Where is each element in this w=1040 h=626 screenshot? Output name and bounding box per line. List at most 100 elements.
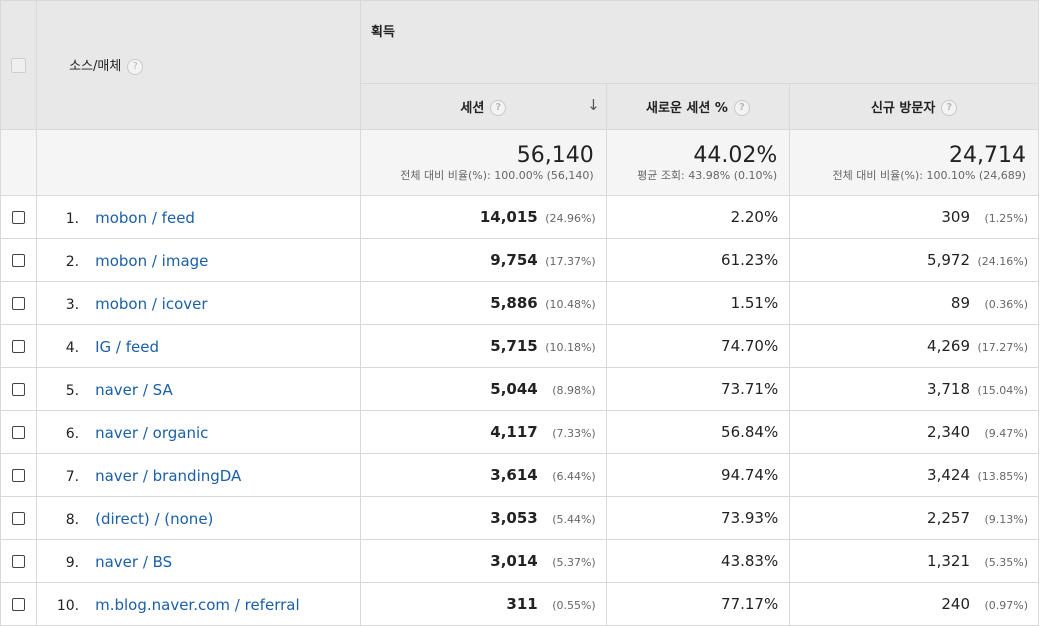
row-checkbox[interactable] — [12, 382, 26, 396]
sessions-cell: 4,117 (7.33%) — [360, 410, 607, 454]
row-index: 6. — [65, 425, 80, 442]
row-checkbox-cell — [0, 539, 38, 583]
help-icon[interactable]: ? — [490, 100, 507, 117]
new-visitors-pct: (13.85%) — [977, 470, 1028, 483]
help-icon[interactable]: ? — [127, 58, 144, 75]
row-checkbox[interactable] — [12, 511, 26, 525]
summary-sessions-note: 전체 대비 비율(%): 100.00% (56,140) — [400, 168, 594, 182]
new-session-pct-cell: 74.70% — [605, 324, 791, 368]
row-checkbox[interactable] — [12, 253, 26, 267]
new-visitors-pct: (1.25%) — [984, 212, 1028, 225]
row-index: 1. — [65, 210, 80, 227]
new-visitors-cell: 240 (0.97%) — [789, 582, 1039, 626]
sessions-value: 4,117 — [490, 423, 538, 441]
new-visitors-cell: 3,718 (15.04%) — [789, 367, 1039, 411]
new-visitors-pct: (15.04%) — [977, 384, 1028, 397]
summary-empty-cell — [0, 129, 38, 196]
sessions-pct: (10.18%) — [545, 341, 596, 354]
source-cell: 2. mobon / image — [36, 238, 362, 282]
row-index: 4. — [65, 339, 80, 356]
new-session-pct-cell: 56.84% — [605, 410, 791, 454]
new-visitors-cell: 2,340 (9.47%) — [789, 410, 1039, 454]
sessions-value: 14,015 — [479, 208, 538, 226]
source-cell: 10. m.blog.naver.com / referral — [36, 582, 362, 626]
sessions-pct: (10.48%) — [545, 298, 596, 311]
source-link[interactable]: mobon / feed — [95, 209, 195, 227]
row-checkbox[interactable] — [12, 597, 26, 611]
summary-sessions: 56,140 전체 대비 비율(%): 100.00% (56,140) — [360, 129, 607, 196]
row-checkbox-cell — [0, 496, 38, 540]
source-cell: 5. naver / SA — [36, 367, 362, 411]
sessions-pct: (5.37%) — [552, 556, 596, 569]
source-link[interactable]: IG / feed — [95, 338, 159, 356]
new-visitors-label: 신규 방문자 — [870, 100, 936, 116]
row-checkbox[interactable] — [12, 468, 26, 482]
row-checkbox[interactable] — [12, 296, 26, 310]
new-session-pct-cell: 77.17% — [605, 582, 791, 626]
select-all-checkbox[interactable] — [11, 57, 27, 73]
source-link[interactable]: naver / BS — [95, 553, 172, 571]
source-medium-header[interactable]: 소스/매체? — [36, 0, 362, 130]
new-session-pct-cell: 43.83% — [605, 539, 791, 583]
source-link[interactable]: (direct) / (none) — [95, 510, 213, 528]
sort-desc-icon[interactable]: ↓ — [587, 96, 600, 114]
sessions-cell: 3,614 (6.44%) — [360, 453, 607, 497]
header-row-top: 소스/매체? 획득 — [0, 0, 1039, 130]
new-visitors-pct: (5.35%) — [984, 556, 1028, 569]
row-index: 5. — [65, 382, 80, 399]
new-visitors-value: 89 — [950, 294, 970, 312]
sessions-pct: (17.37%) — [545, 255, 596, 268]
source-link[interactable]: mobon / image — [95, 252, 208, 270]
new-visitors-cell: 3,424 (13.85%) — [789, 453, 1039, 497]
table-row: 7. naver / brandingDA 3,614 (6.44%) 94.74%… — [0, 453, 1039, 497]
new-visitors-cell: 1,321 (5.35%) — [789, 539, 1039, 583]
row-index: 2. — [65, 253, 80, 270]
sessions-column-header[interactable]: 세션? ↓ — [360, 83, 607, 130]
source-link[interactable]: naver / SA — [95, 381, 173, 399]
source-medium-label: 소스/매체 — [69, 59, 122, 75]
row-index: 10. — [56, 597, 80, 614]
row-checkbox[interactable] — [12, 425, 26, 439]
new-session-pct-cell: 94.74% — [605, 453, 791, 497]
select-all-cell — [0, 0, 38, 130]
help-icon[interactable]: ? — [733, 100, 750, 117]
row-checkbox[interactable] — [12, 339, 26, 353]
new-visitors-pct: (17.27%) — [977, 341, 1028, 354]
row-checkbox[interactable] — [12, 554, 26, 568]
sessions-cell: 9,754 (17.37%) — [360, 238, 607, 282]
sessions-cell: 5,886 (10.48%) — [360, 281, 607, 325]
source-link[interactable]: mobon / icover — [95, 295, 207, 313]
new-session-pct-cell: 61.23% — [605, 238, 791, 282]
summary-new-visitors-note: 전체 대비 비율(%): 100.10% (24,689) — [832, 168, 1026, 182]
row-checkbox-cell — [0, 582, 38, 626]
sessions-pct: (8.98%) — [552, 384, 596, 397]
new-visitors-cell: 89 (0.36%) — [789, 281, 1039, 325]
table-row: 10. m.blog.naver.com / referral 311 (0.55%… — [0, 582, 1039, 626]
table-row: 5. naver / SA 5,044 (8.98%) 73.71% 3,718 (1… — [0, 367, 1039, 411]
source-link[interactable]: naver / brandingDA — [95, 467, 241, 485]
new-visitors-value: 3,424 — [927, 466, 970, 484]
sessions-value: 3,014 — [490, 552, 538, 570]
new-session-pct-column-header[interactable]: 새로운 세션 %? — [605, 83, 791, 130]
help-icon[interactable]: ? — [941, 100, 958, 117]
new-visitors-column-header[interactable]: 신규 방문자? — [789, 83, 1039, 130]
sessions-label: 세션 — [460, 100, 485, 116]
sessions-pct: (0.55%) — [552, 599, 596, 612]
new-visitors-pct: (0.36%) — [984, 298, 1028, 311]
row-index: 3. — [65, 296, 80, 313]
sessions-value: 311 — [506, 595, 538, 613]
row-checkbox-cell — [0, 367, 38, 411]
new-session-pct-cell: 1.51% — [605, 281, 791, 325]
source-cell: 1. mobon / feed — [36, 195, 362, 239]
table-row: 8. (direct) / (none) 3,053 (5.44%) 73.93% … — [0, 496, 1039, 540]
source-cell: 8. (direct) / (none) — [36, 496, 362, 540]
source-link[interactable]: m.blog.naver.com / referral — [95, 596, 300, 614]
row-index: 8. — [65, 511, 80, 528]
sessions-value: 5,715 — [490, 337, 538, 355]
row-checkbox-cell — [0, 324, 38, 368]
source-link[interactable]: naver / organic — [95, 424, 208, 442]
row-checkbox[interactable] — [12, 210, 26, 224]
table-row: 6. naver / organic 4,117 (7.33%) 56.84% 2,… — [0, 410, 1039, 454]
report-table: 소스/매체? 획득 세션? ↓ 새로운 세션 %? 신규 방문자? 56,140… — [0, 0, 1039, 626]
sessions-value: 5,886 — [490, 294, 538, 312]
